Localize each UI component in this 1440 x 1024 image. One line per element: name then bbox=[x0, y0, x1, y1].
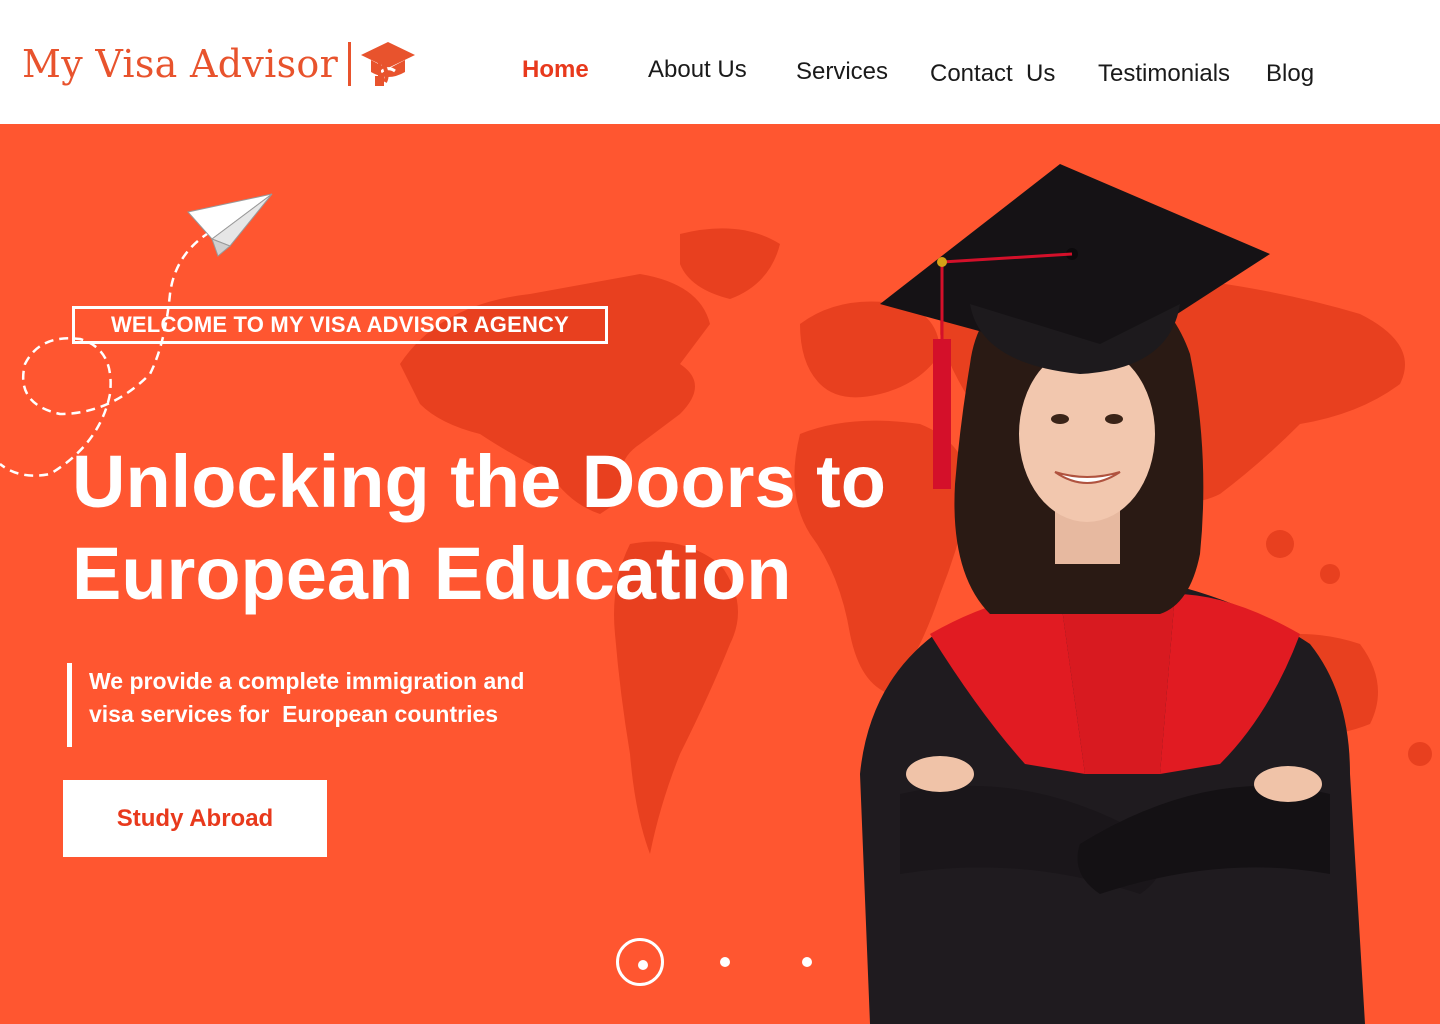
brand-logo[interactable]: My Visa Advisor bbox=[22, 38, 417, 90]
logo-divider bbox=[348, 42, 352, 86]
carousel-dot-3[interactable] bbox=[802, 957, 812, 967]
nav-about-us[interactable]: About Us bbox=[648, 56, 747, 84]
hero-description: We provide a complete immigration and vi… bbox=[67, 663, 609, 747]
nav-contact-us[interactable]: Contact Us bbox=[930, 60, 1055, 88]
study-abroad-button[interactable]: Study Abroad bbox=[63, 780, 327, 857]
hero-section: WELCOME TO MY VISA ADVISOR AGENCY Unlock… bbox=[0, 124, 1440, 1024]
nav-testimonials[interactable]: Testimonials bbox=[1098, 60, 1230, 88]
carousel-dot-2[interactable] bbox=[720, 957, 730, 967]
nav-blog[interactable]: Blog bbox=[1266, 60, 1314, 88]
brand-name: My Visa Advisor bbox=[22, 42, 339, 86]
graduation-cap-icon bbox=[361, 42, 416, 86]
carousel-dot-1[interactable] bbox=[616, 938, 664, 986]
carousel-indicators bbox=[616, 938, 836, 990]
welcome-badge: WELCOME TO MY VISA ADVISOR AGENCY bbox=[72, 306, 608, 344]
graduate-student-photo bbox=[860, 164, 1365, 1024]
welcome-text: WELCOME TO MY VISA ADVISOR AGENCY bbox=[110, 312, 570, 337]
site-header: My Visa Advisor Home About Us Services C… bbox=[0, 0, 1440, 124]
nav-home[interactable]: Home bbox=[522, 56, 589, 84]
description-line-2: visa services for European countries bbox=[89, 701, 499, 727]
nav-services[interactable]: Services bbox=[796, 58, 888, 86]
description-line-1: We provide a complete immigration and bbox=[89, 668, 525, 694]
